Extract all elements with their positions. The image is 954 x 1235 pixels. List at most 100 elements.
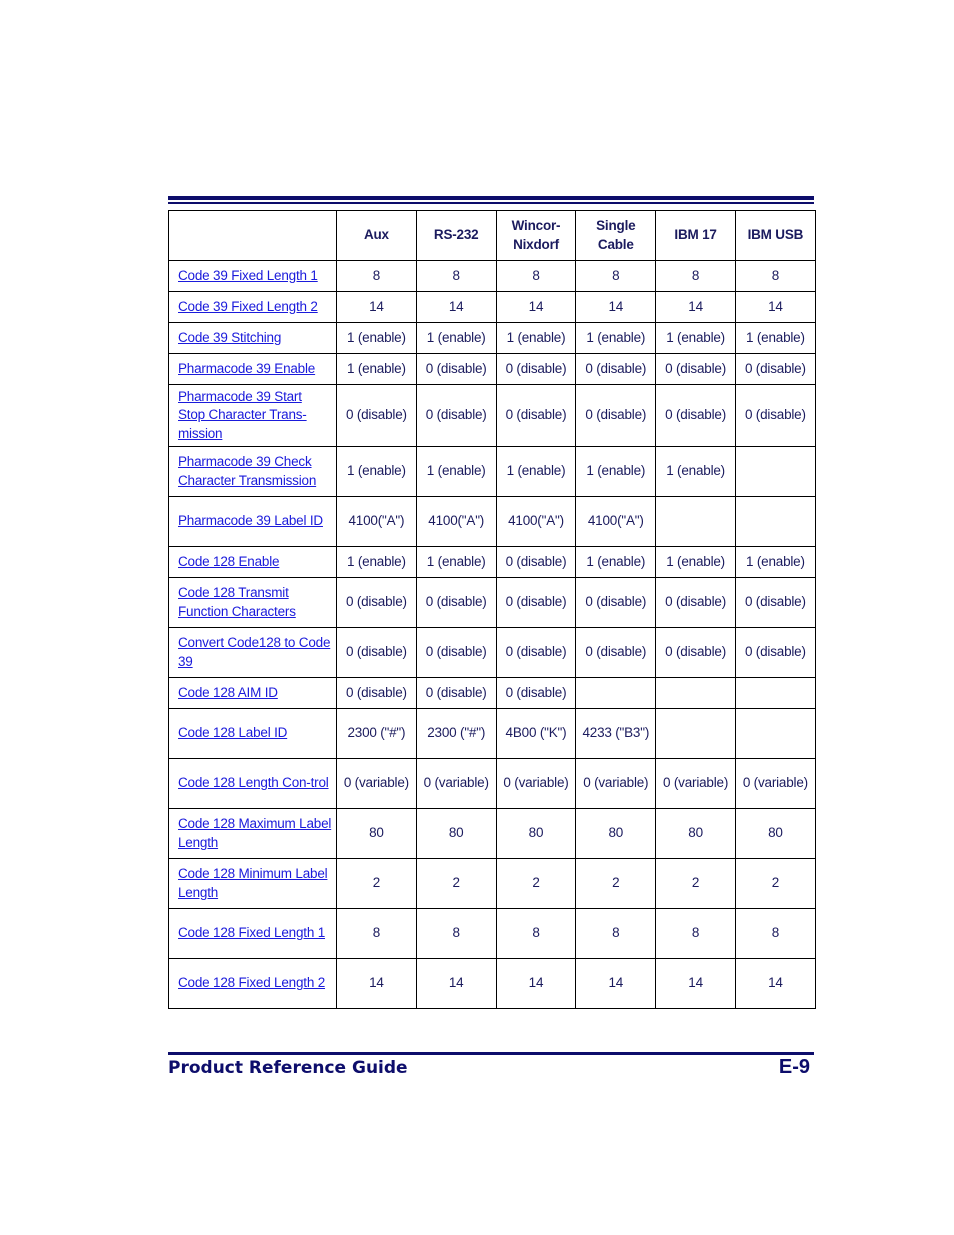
value-cell: 0 (disable) — [734, 384, 816, 447]
value-cell: 2300 ("#") — [336, 708, 417, 759]
value-cell: 4100("A") — [495, 496, 577, 547]
parameter-cell: Pharmacode 39 Check Character Transmissi… — [168, 446, 337, 497]
parameter-link[interactable]: Code 128 Maximum Label Length — [178, 816, 331, 850]
parameter-link[interactable]: Code 128 Length Con-trol — [178, 775, 329, 790]
header-aux: Aux — [336, 210, 417, 261]
value-cell: 8 — [734, 260, 816, 292]
value-cell: 8 — [336, 260, 417, 292]
parameter-link[interactable]: Code 128 Transmit Function Characters — [178, 585, 296, 619]
value-cell: 8 — [336, 908, 417, 959]
parameter-link[interactable]: Code 128 Label ID — [178, 725, 287, 740]
parameter-cell: Code 128 Length Con-trol — [168, 758, 337, 809]
parameter-link[interactable]: Pharmacode 39 Check Character Transmissi… — [178, 454, 316, 488]
table-row: Code 128 Transmit Function Characters 0 (… — [168, 577, 816, 628]
value-cell: 8 — [495, 908, 577, 959]
value-cell: 0 (disable) — [336, 384, 417, 447]
parameter-cell: Code 128 Enable — [168, 546, 337, 578]
value-cell: 1 (enable) — [336, 446, 417, 497]
value-cell: 80 — [655, 808, 736, 859]
value-cell: 1 (enable) — [575, 546, 657, 578]
table-row: Code 128 Enable 1 (enable) 1 (enable) 0 (di… — [168, 546, 816, 578]
table-row: Code 128 Minimum Label Length 2 2 2 2 2 2 — [168, 858, 816, 909]
parameter-link[interactable]: Convert Code128 to Code 39 — [178, 635, 330, 669]
value-cell: 0 (disable) — [575, 384, 657, 447]
value-cell: 1 (enable) — [734, 322, 816, 354]
parameter-cell: Code 128 Transmit Function Characters — [168, 577, 337, 628]
header-ibm-usb: IBM USB — [734, 210, 816, 261]
value-cell: 0 (disable) — [495, 546, 577, 578]
value-cell: 0 (disable) — [415, 677, 497, 709]
value-cell: 2 — [495, 858, 577, 909]
table-row: Code 128 Fixed Length 2 14 14 14 14 14 14 — [168, 958, 816, 1009]
parameter-link[interactable]: Code 128 Minimum Label Length — [178, 866, 328, 900]
header-wincor-nixdorf: Wincor- Nixdorf — [495, 210, 577, 261]
value-cell — [734, 708, 816, 759]
value-cell: 8 — [575, 260, 657, 292]
value-cell: 80 — [336, 808, 417, 859]
value-cell: 8 — [495, 260, 577, 292]
parameter-link[interactable]: Code 128 Enable — [178, 554, 280, 569]
value-cell: 80 — [415, 808, 497, 859]
value-cell: 0 (disable) — [495, 627, 577, 678]
value-cell: 80 — [495, 808, 577, 859]
parameter-link[interactable]: Code 39 Stitching — [178, 330, 281, 345]
value-cell — [655, 708, 736, 759]
value-cell: 0 (variable) — [655, 758, 736, 809]
value-cell: 2 — [655, 858, 736, 909]
value-cell: 4100("A") — [575, 496, 657, 547]
header-wincor-line1: Wincor- — [511, 218, 561, 233]
value-cell: 0 (disable) — [415, 577, 497, 628]
value-cell: 8 — [655, 908, 736, 959]
value-cell: 14 — [655, 958, 736, 1009]
value-cell: 0 (disable) — [495, 677, 577, 709]
value-cell: 4233 ("B3") — [575, 708, 657, 759]
parameter-link[interactable]: Code 39 Fixed Length 2 — [178, 299, 318, 314]
value-cell: 0 (disable) — [575, 353, 657, 385]
value-cell: 14 — [575, 958, 657, 1009]
table-row: Code 128 Fixed Length 1888888 — [168, 908, 816, 959]
parameter-link[interactable]: Code 128 AIM ID — [178, 685, 278, 700]
value-cell: 0 (disable) — [415, 353, 497, 385]
table-row: Convert Code128 to Code 39 0 (disable) 0 (… — [168, 627, 816, 678]
value-cell: 14 — [415, 958, 497, 1009]
value-cell: 2 — [734, 858, 816, 909]
parameter-link[interactable]: Code 128 Fixed Length 2 — [178, 975, 325, 990]
table-row: Code 128 Label ID 2300 ("#") 2300 ("#") 4B0… — [168, 708, 816, 759]
value-cell — [575, 677, 657, 709]
value-cell: 0 (variable) — [734, 758, 816, 809]
parameter-link[interactable]: Pharmacode 39 Enable — [178, 361, 315, 376]
value-cell: 1 (enable) — [415, 322, 497, 354]
parameter-defaults-table: Aux RS-232 Wincor- Nixdorf Single Cable IB… — [168, 210, 816, 1009]
parameter-link[interactable]: Pharmacode 39 Label ID — [178, 513, 323, 528]
header-rule-thin — [168, 202, 814, 204]
value-cell: 8 — [415, 908, 497, 959]
value-cell: 14 — [734, 958, 816, 1009]
header-rule-thick — [168, 196, 814, 200]
value-cell: 1 (enable) — [495, 322, 577, 354]
value-cell: 1 (enable) — [575, 322, 657, 354]
parameter-cell: Code 128 Label ID — [168, 708, 337, 759]
value-cell: 0 (disable) — [415, 627, 497, 678]
value-cell: 1 (enable) — [336, 322, 417, 354]
value-cell: 80 — [734, 808, 816, 859]
parameter-link[interactable]: Code 39 Fixed Length 1 — [178, 268, 318, 283]
value-cell: 14 — [734, 291, 816, 323]
value-cell: 14 — [495, 291, 577, 323]
table-row: Code 39 Stitching 1 (enable) 1 (enable) 1 (… — [168, 322, 816, 354]
header-single-line1: Single — [596, 218, 636, 233]
value-cell: 2 — [575, 858, 657, 909]
value-cell: 0 (variable) — [336, 758, 417, 809]
value-cell: 1 (enable) — [415, 446, 497, 497]
value-cell: 0 (variable) — [575, 758, 657, 809]
value-cell: 1 (enable) — [336, 353, 417, 385]
table-row: Code 39 Fixed Length 2 14 14 14 14 14 14 — [168, 291, 816, 323]
parameter-cell: Code 39 Fixed Length 2 — [168, 291, 337, 323]
parameter-link[interactable]: Code 128 Fixed Length 1 — [178, 925, 325, 940]
value-cell: 1 (enable) — [415, 546, 497, 578]
parameter-link[interactable]: Pharmacode 39 Start Stop Character Trans… — [178, 389, 307, 441]
value-cell: 8 — [655, 260, 736, 292]
value-cell: 1 (enable) — [495, 446, 577, 497]
parameter-cell: Code 128 Fixed Length 1 — [168, 908, 337, 959]
header-ibm17: IBM 17 — [655, 210, 736, 261]
value-cell: 4100("A") — [415, 496, 497, 547]
